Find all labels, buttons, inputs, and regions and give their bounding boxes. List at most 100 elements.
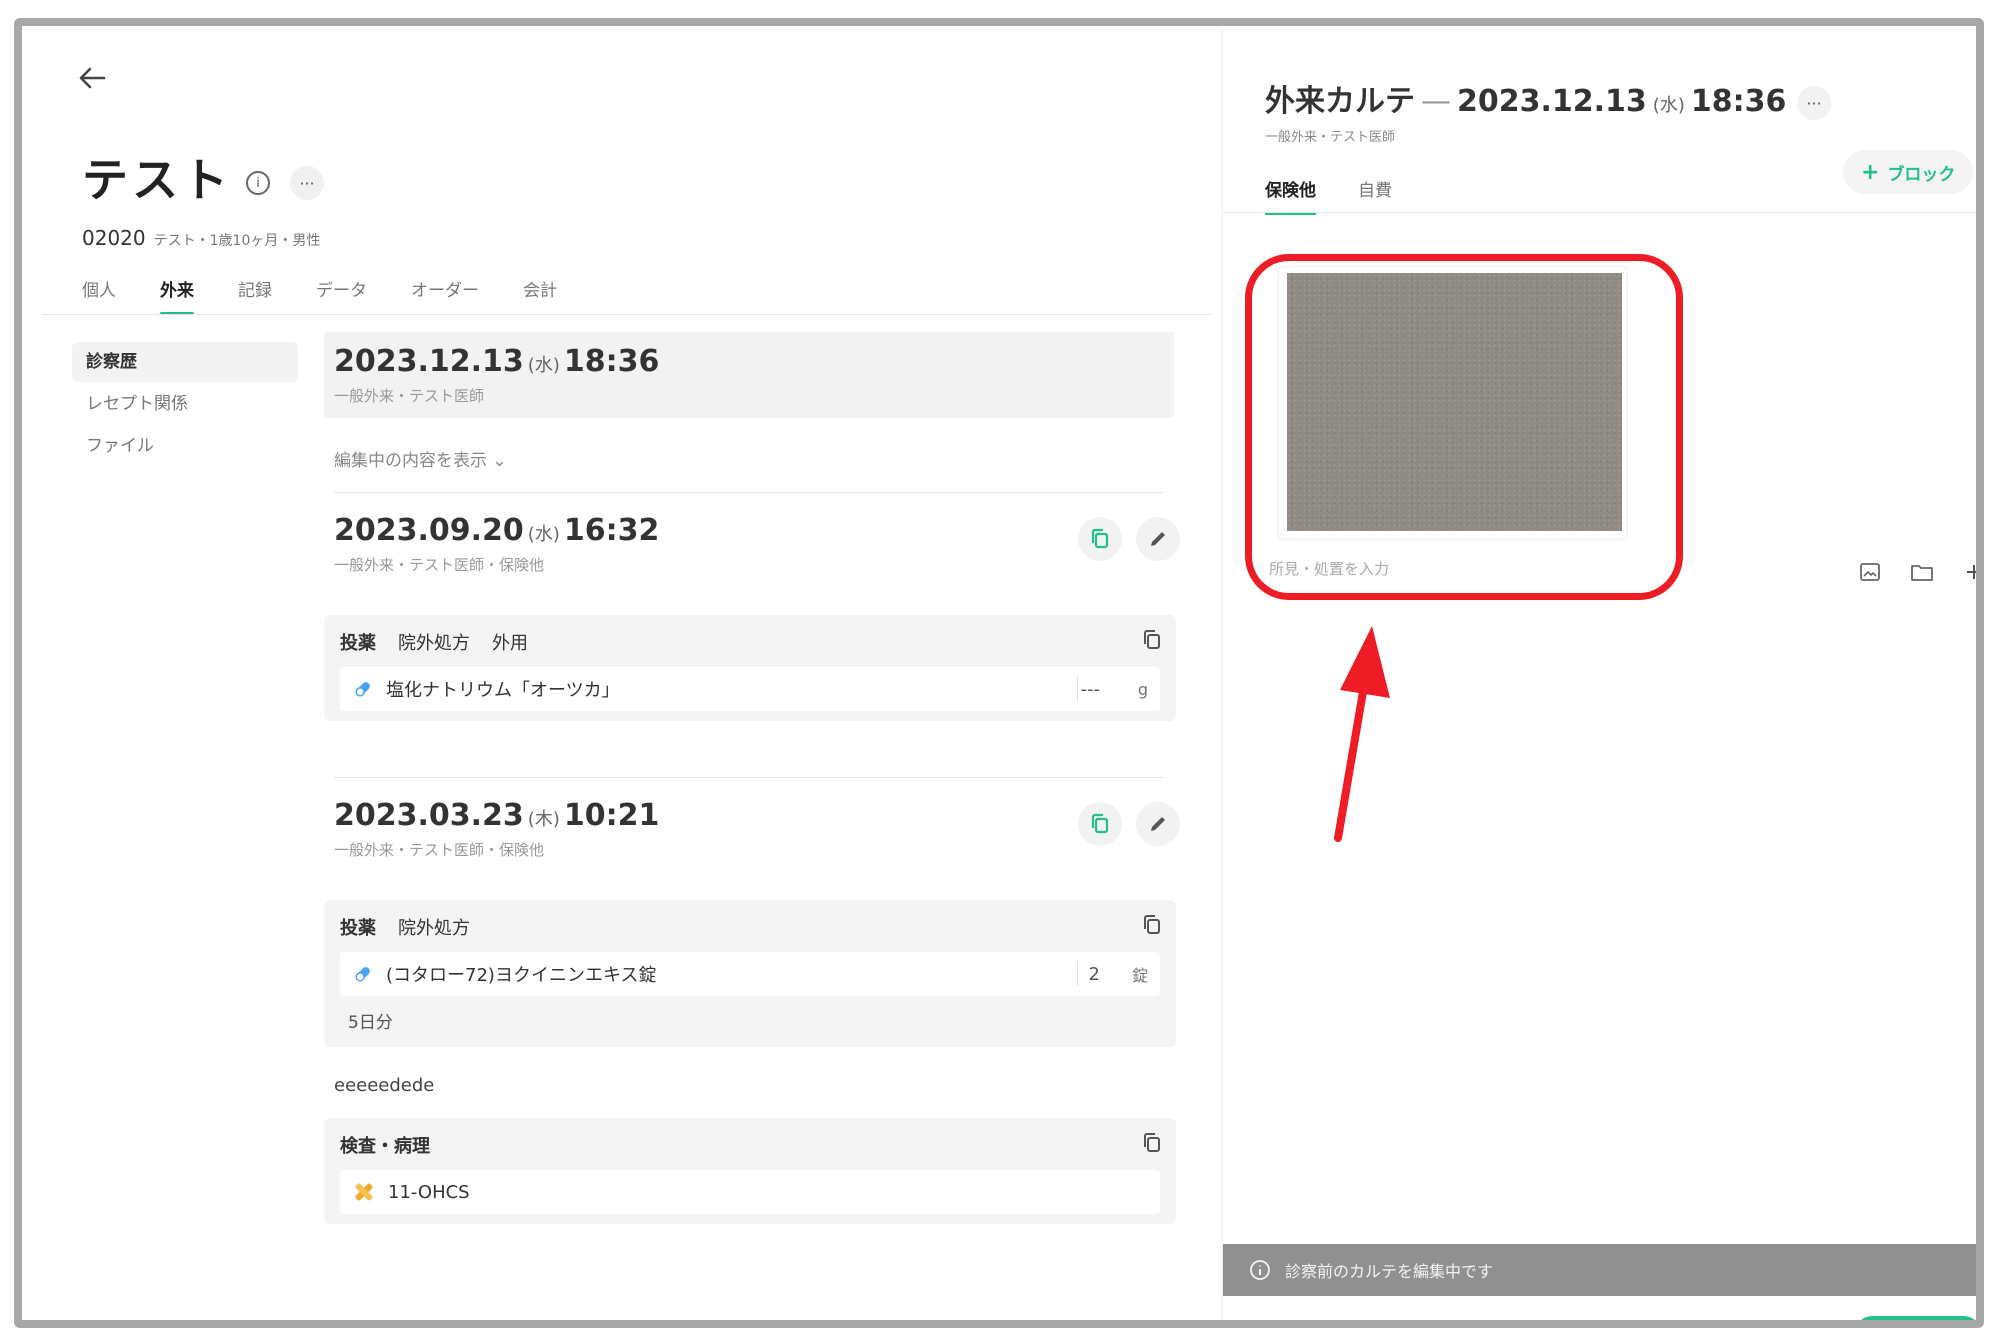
patient-id: 02020: [82, 226, 146, 250]
time-text: 18:36: [563, 344, 660, 379]
copy-icon: [1144, 915, 1160, 934]
current-visit-sub: 一般外来・テスト医師: [334, 387, 485, 405]
drug-unit: 錠: [1131, 966, 1148, 985]
visit-date: 2023.09.20 (水) 16:32: [334, 513, 1184, 548]
primary-action-button[interactable]: [1853, 1316, 1976, 1320]
divider: [334, 777, 1164, 778]
block-copy-button[interactable]: [1142, 629, 1162, 655]
block-title: 検査・病理: [340, 1132, 1160, 1158]
tab-outpatient[interactable]: 外来: [160, 276, 194, 315]
prescription-block: 投薬 院外処方 外用 塩化ナトリウム「オーツカ」 --- g: [324, 615, 1176, 721]
arrow-left-icon: [79, 67, 106, 89]
subnav-item-files[interactable]: ファイル: [72, 426, 298, 466]
tab-insurance[interactable]: 保険他: [1265, 176, 1316, 215]
dow-text: (木): [527, 809, 560, 830]
tab-records[interactable]: 記録: [238, 276, 272, 315]
tab-self-pay[interactable]: 自費: [1358, 176, 1392, 215]
drug-row[interactable]: (コタロー72)ヨクイニンエキス錠 2 錠: [340, 952, 1160, 996]
karte-sub: 一般外来・テスト医師: [1265, 130, 1396, 145]
divider: [1077, 677, 1078, 701]
prescription-block: 投薬 院外処方 (コタロー72)ヨクイニンエキス錠 2 錠 5日分: [324, 900, 1176, 1047]
copy-icon: [1091, 813, 1109, 834]
subnav-item-history[interactable]: 診察歴: [72, 342, 298, 382]
drug-unit: g: [1137, 679, 1148, 699]
copy-icon: [1144, 630, 1160, 649]
block-copy-button[interactable]: [1142, 914, 1162, 940]
test-icon: [355, 1183, 373, 1201]
status-text: 診察前のカルテを編集中です: [1285, 1262, 1494, 1281]
add-button[interactable]: [1962, 560, 1976, 584]
visit-sub: 一般外来・テスト医師・保険他: [334, 556, 545, 574]
edit-visit-button[interactable]: [1136, 517, 1180, 561]
drug-row[interactable]: 塩化ナトリウム「オーツカ」 --- g: [340, 667, 1160, 711]
drug-name: 塩化ナトリウム「オーツカ」: [386, 680, 620, 701]
block-copy-button[interactable]: [1142, 1132, 1162, 1158]
tab-orders[interactable]: オーダー: [411, 276, 479, 315]
divider: [1077, 962, 1078, 986]
karte-more-button[interactable]: ···: [1797, 86, 1831, 120]
karte-date: 2023.12.13: [1457, 84, 1647, 119]
visit-note: eeeeedede: [334, 1075, 435, 1096]
folder-button[interactable]: [1910, 560, 1934, 584]
karte-dow: (水): [1652, 95, 1685, 116]
info-icon[interactable]: i: [246, 171, 270, 195]
drug-name: (コタロー72)ヨクイニンエキス錠: [386, 965, 657, 986]
drug-qty: 2: [1088, 963, 1100, 985]
visit-sub: 一般外来・テスト医師・保険他: [334, 841, 545, 859]
show-editing-toggle[interactable]: 編集中の内容を表示 ⌄: [334, 446, 1184, 472]
patient-details: テスト・1歳10ヶ月・男性: [153, 233, 321, 249]
karte-title: 外来カルテ —2023.12.13 (水) 18:36: [1265, 76, 1786, 120]
dow-text: (水): [527, 524, 560, 545]
exam-row[interactable]: 11-OHCS: [340, 1170, 1160, 1214]
exam-block: 検査・病理 11-OHCS: [324, 1118, 1176, 1224]
date-text: 2023.12.13: [334, 344, 524, 379]
karte-time: 18:36: [1690, 84, 1787, 119]
karte-pane: 外来カルテ —2023.12.13 (水) 18:36 ··· 一般外来・テスト医師 …: [1222, 26, 1976, 1320]
add-block-button[interactable]: + ブロック: [1843, 150, 1974, 194]
image-icon: [1860, 563, 1880, 581]
folder-icon: [1911, 565, 1933, 581]
karte-title-text: 外来カルテ: [1265, 84, 1415, 119]
more-options-button[interactable]: ···: [290, 166, 324, 200]
attached-photo-card[interactable]: [1278, 266, 1628, 540]
visit-history: 2023.12.13 (水) 18:36 一般外来・テスト医師 編集中の内容を表示 …: [324, 332, 1194, 1224]
findings-input[interactable]: 所見・処置を入力: [1269, 558, 1389, 579]
block-type: 投薬: [340, 633, 376, 654]
back-button[interactable]: [68, 54, 116, 102]
edit-visit-button[interactable]: [1136, 802, 1180, 846]
block-title: 投薬 院外処方 外用: [340, 629, 1160, 655]
tab-data[interactable]: データ: [316, 276, 367, 315]
pill-icon: [355, 967, 370, 982]
patient-name: テスト: [82, 153, 232, 207]
image-button[interactable]: [1858, 560, 1882, 584]
input-toolbar: [1858, 560, 1976, 584]
time-text: 10:21: [563, 798, 660, 833]
title-dash: —: [1421, 84, 1451, 119]
plus-icon: [1967, 565, 1976, 579]
pill-icon: [355, 682, 370, 697]
visit-date: 2023.03.23 (木) 10:21: [334, 798, 1184, 833]
block-subtype: 外用: [492, 633, 528, 654]
date-text: 2023.03.23: [334, 798, 524, 833]
copy-visit-button[interactable]: [1078, 517, 1122, 561]
arrow-up-annotation: [1334, 626, 1390, 842]
date-text: 2023.09.20: [334, 513, 524, 548]
tab-personal[interactable]: 個人: [82, 276, 116, 315]
copy-visit-button[interactable]: [1078, 802, 1122, 846]
tab-billing[interactable]: 会計: [523, 276, 557, 315]
current-visit-date: 2023.12.13 (水) 18:36: [334, 344, 1164, 379]
current-visit-card[interactable]: 2023.12.13 (水) 18:36 一般外来・テスト医師: [324, 332, 1174, 418]
block-subtype: 院外処方: [398, 918, 470, 939]
tabs-divider: [42, 314, 1212, 315]
pencil-icon: [1151, 532, 1165, 546]
info-icon: [1250, 1260, 1270, 1280]
subnav-item-receipt[interactable]: レセプト関係: [72, 384, 298, 424]
home-indicator: [712, 1326, 1272, 1328]
visit-item: 2023.09.20 (水) 16:32 一般外来・テスト医師・保険他 投薬 院外処…: [324, 513, 1194, 721]
attached-photo[interactable]: [1287, 273, 1622, 531]
divider: [334, 492, 1164, 493]
patient-tabs: 個人 外来 記録 データ オーダー 会計: [82, 276, 601, 315]
drug-qty: ---: [1080, 678, 1101, 700]
time-text: 16:32: [563, 513, 660, 548]
app-frame: テスト i ··· 02020 テスト・1歳10ヶ月・男性 個人 外来 記録 デー…: [14, 18, 1984, 1328]
